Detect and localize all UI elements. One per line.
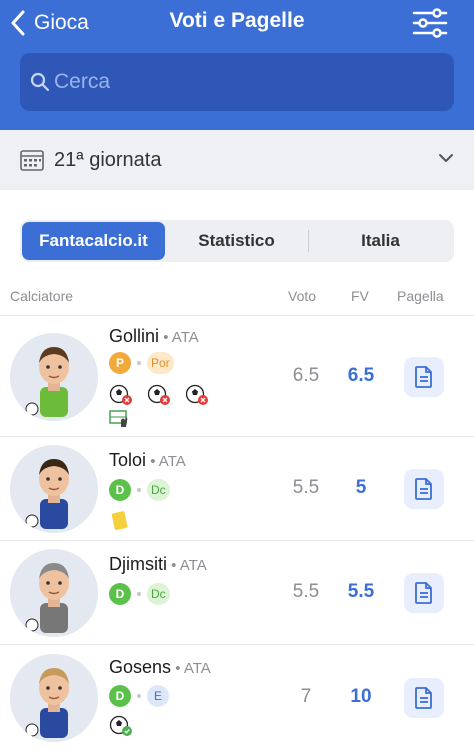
chevron-down-icon	[439, 154, 453, 162]
yellow-card-icon	[109, 509, 131, 536]
player-team: ATA	[183, 660, 211, 677]
player-row[interactable]: Gosens • ATA D E 7 10	[0, 644, 474, 750]
source-segmented-control: Fantacalcio.it Statistico Italia	[20, 220, 454, 262]
search-icon	[30, 72, 50, 92]
goal-conceded-icon	[109, 384, 133, 411]
team-separator: •	[146, 453, 159, 470]
round-selector[interactable]: 21ª giornata	[0, 130, 474, 190]
player-name-line: Djimsiti • ATA	[109, 554, 207, 575]
player-team: ATA	[171, 329, 199, 346]
player-avatar	[10, 333, 98, 421]
page-title: Voti e Pagelle	[169, 9, 305, 32]
player-name: Djimsiti	[109, 554, 167, 574]
role-dot	[137, 592, 141, 596]
table-header: Calciatore Voto FV Pagella	[0, 288, 474, 308]
player-fv: 6.5	[347, 365, 375, 386]
round-label: 21ª giornata	[54, 148, 162, 171]
team-separator: •	[171, 660, 184, 677]
player-row[interactable]: Djimsiti • ATA D Dc 5.5 5.5	[0, 540, 474, 644]
player-team: ATA	[158, 453, 186, 470]
top-bar: Gioca Voti e Pagelle	[0, 0, 474, 130]
calendar-icon	[20, 150, 44, 171]
pagella-button[interactable]	[404, 469, 444, 509]
player-voto: 6.5	[292, 365, 320, 386]
player-roles: D Dc	[109, 479, 170, 501]
filter-button[interactable]	[412, 8, 448, 38]
player-fv: 5.5	[347, 581, 375, 602]
player-fv: 10	[350, 686, 372, 707]
column-fv: FV	[351, 288, 369, 304]
subrole-badge: Por	[147, 352, 174, 374]
player-name-line: Gollini • ATA	[109, 326, 199, 347]
pagella-button[interactable]	[404, 678, 444, 718]
role-dot	[137, 361, 141, 365]
document-icon	[415, 687, 432, 709]
player-name: Toloi	[109, 450, 147, 470]
search-input[interactable]	[54, 70, 434, 94]
role-dot	[137, 694, 141, 698]
column-voto: Voto	[288, 288, 317, 304]
player-events	[109, 509, 145, 536]
goal-conceded-icon	[147, 384, 171, 411]
team-separator: •	[159, 329, 172, 346]
player-roles: P Por	[109, 352, 174, 374]
subrole-badge: E	[147, 685, 169, 707]
player-avatar	[10, 445, 98, 533]
player-name-line: Toloi • ATA	[109, 450, 186, 471]
player-name: Gosens	[109, 657, 172, 677]
player-roles: DE	[109, 685, 169, 707]
subrole-badge: Dc	[147, 479, 170, 501]
role-badge: P	[109, 352, 131, 374]
role-dot	[137, 488, 141, 492]
sliders-icon	[412, 8, 448, 38]
player-roles: D Dc	[109, 583, 170, 605]
player-name-line: Gosens • ATA	[109, 657, 211, 678]
document-icon	[415, 366, 432, 388]
role-badge: D	[109, 685, 131, 707]
role-badge: D	[109, 583, 131, 605]
pagella-button[interactable]	[404, 573, 444, 613]
tab-fantacalcio[interactable]: Fantacalcio.it	[22, 222, 165, 260]
player-events	[109, 715, 147, 742]
player-voto: 7	[300, 686, 312, 707]
player-voto: 5.5	[292, 477, 320, 498]
player-team: ATA	[179, 557, 207, 574]
goal-conceded-icon	[185, 384, 209, 411]
player-voto: 5.5	[292, 581, 320, 602]
document-icon	[415, 478, 432, 500]
player-events	[109, 384, 223, 427]
player-name: Gollini	[109, 326, 160, 346]
tab-italia[interactable]: Italia	[309, 222, 452, 260]
player-fv: 5	[355, 477, 367, 498]
player-row[interactable]: Gollini • ATA P Por 6.5 6.5	[0, 315, 474, 436]
goal-scored-icon	[109, 715, 133, 742]
role-badge: D	[109, 479, 131, 501]
tab-statistico[interactable]: Statistico	[165, 222, 308, 260]
team-separator: •	[167, 557, 180, 574]
search-bar	[20, 53, 454, 111]
player-avatar	[10, 654, 98, 742]
player-row[interactable]: Toloi • ATA D Dc 5.5 5	[0, 436, 474, 540]
document-icon	[415, 582, 432, 604]
pagella-button[interactable]	[404, 357, 444, 397]
goalkeeper-glove-icon	[109, 408, 133, 435]
column-player: Calciatore	[10, 288, 74, 304]
subrole-badge: Dc	[147, 583, 170, 605]
column-pagella: Pagella	[397, 288, 444, 304]
player-avatar	[10, 549, 98, 637]
